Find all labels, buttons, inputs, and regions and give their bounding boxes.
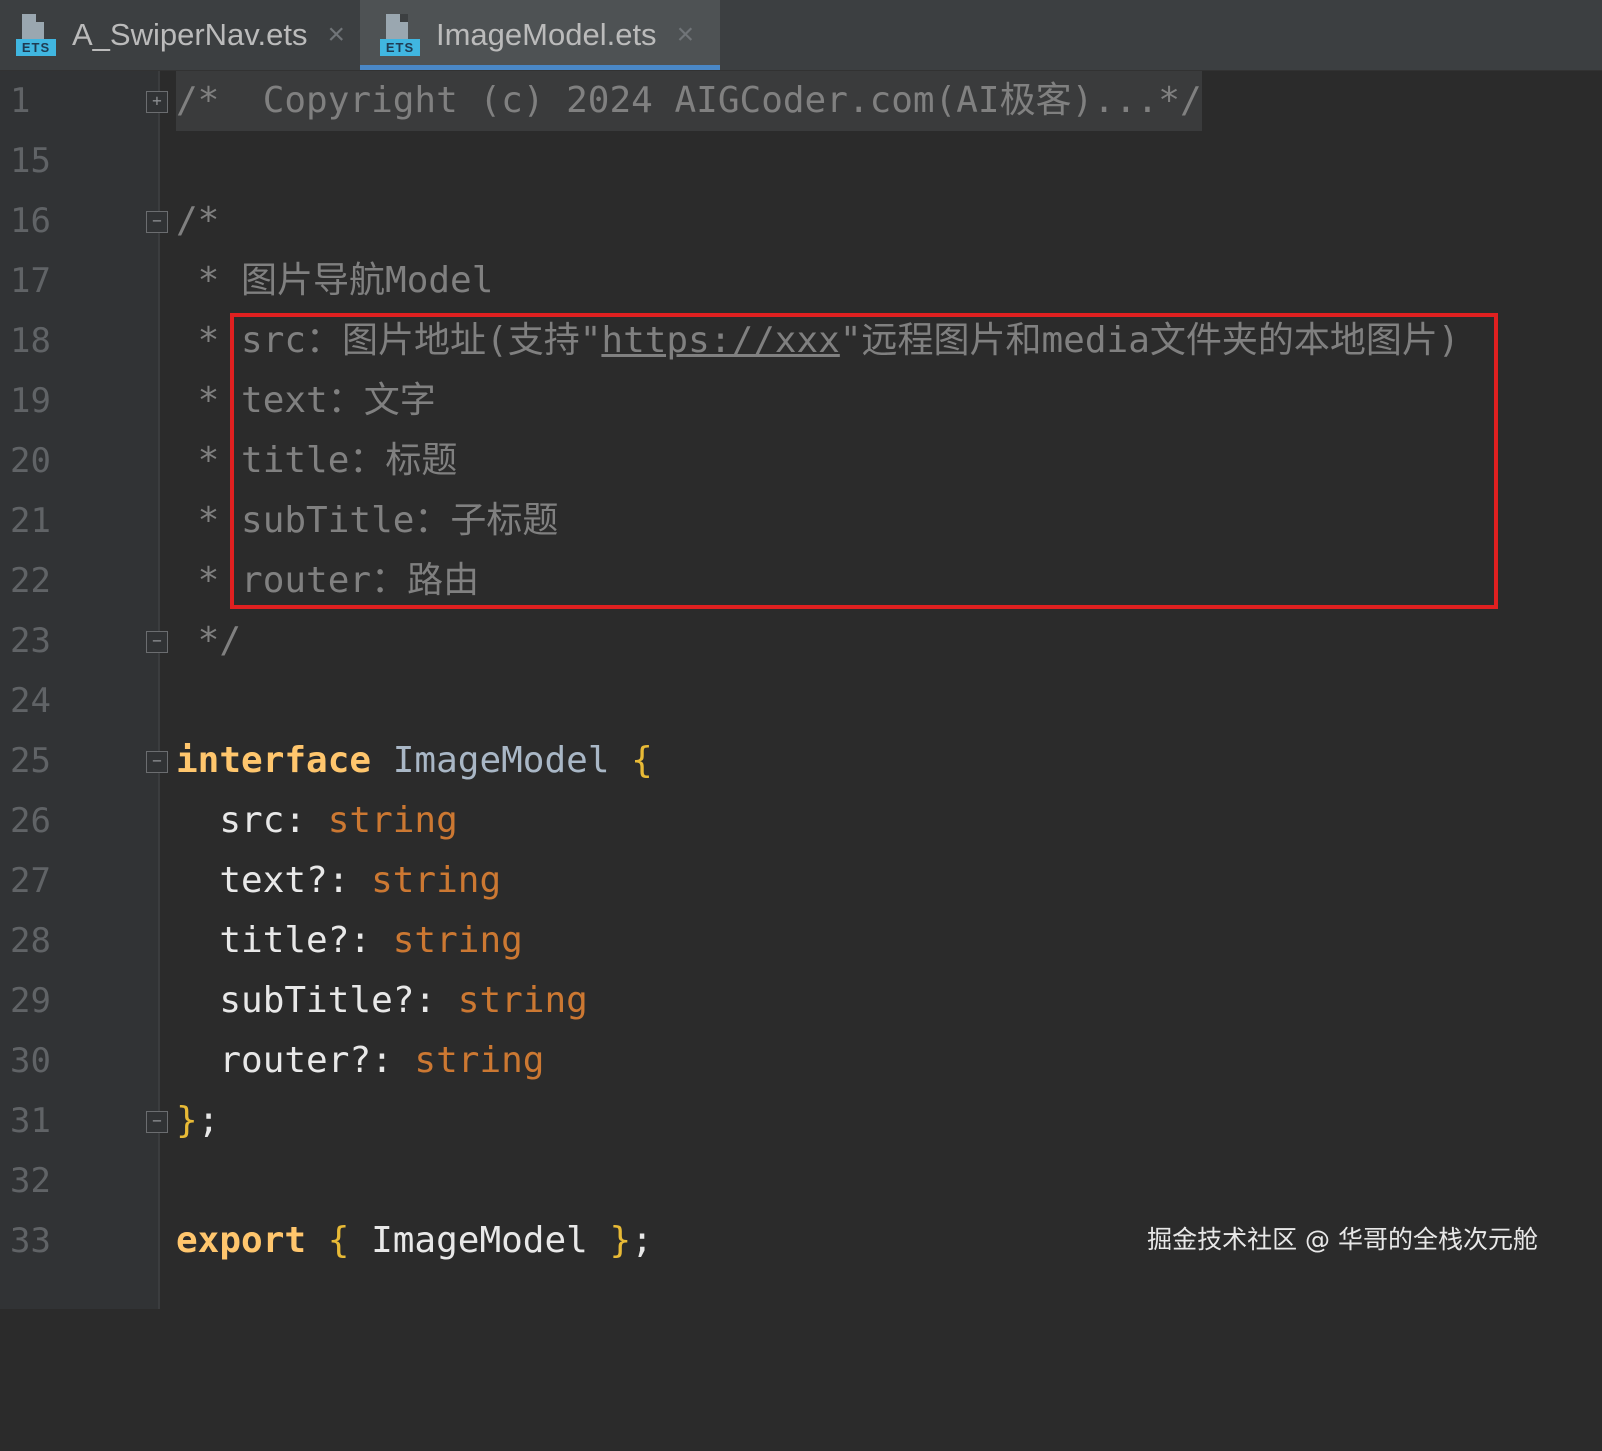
code-line: 18 * src：图片地址(支持"https://xxx"远程图片和media文…	[0, 311, 1602, 371]
comment-text: * title：标题	[176, 440, 458, 481]
comment-text: * text：文字	[176, 380, 436, 421]
code-line: 1 + /* Copyright (c) 2024 AIGCoder.com(A…	[0, 71, 1602, 131]
line-number: 18	[10, 321, 51, 361]
code-line: 31 − };	[0, 1091, 1602, 1151]
tab-label: ImageModel.ets	[436, 17, 657, 52]
line-number: 1	[10, 81, 31, 121]
brace: {	[631, 740, 653, 781]
code-line: 21 * subTitle：子标题	[0, 491, 1602, 551]
keyword: export	[176, 1220, 307, 1261]
url-link[interactable]: https://xxx	[601, 320, 839, 361]
comment-text: * subTitle：子标题	[176, 500, 559, 541]
comment-prefix: * src：图片地址(支持"	[176, 320, 602, 361]
code-line: 22 * router：路由	[0, 551, 1602, 611]
comment-text: * 图片导航Model	[176, 260, 494, 301]
code-line: 25 − interface ImageModel {	[0, 731, 1602, 791]
line-number: 24	[10, 681, 51, 721]
line-number: 16	[10, 201, 51, 241]
code-line: 20 * title：标题	[0, 431, 1602, 491]
line-number: 23	[10, 621, 51, 661]
code-line: 23 − */	[0, 611, 1602, 671]
brace: {	[306, 1220, 372, 1261]
tab-label: A_SwiperNav.ets	[72, 17, 308, 52]
comment-text: */	[176, 620, 242, 661]
code-line: 15	[0, 131, 1602, 191]
code-text: text?: string	[176, 851, 501, 911]
line-number: 26	[10, 801, 51, 841]
comment-suffix: "远程图片和media文件夹的本地图片)	[839, 320, 1460, 361]
close-icon[interactable]: ×	[677, 20, 695, 50]
line-number: 31	[10, 1101, 51, 1141]
code-line: 26 src: string	[0, 791, 1602, 851]
collapse-fold-icon[interactable]: −	[146, 751, 168, 773]
code-line: 29 subTitle?: string	[0, 971, 1602, 1031]
collapse-fold-icon[interactable]: −	[146, 1111, 168, 1133]
tab-a-swipernav[interactable]: ETS A_SwiperNav.ets ×	[0, 0, 358, 70]
line-number: 28	[10, 921, 51, 961]
semicolon: ;	[631, 1220, 653, 1261]
ets-file-icon: ETS	[16, 14, 56, 56]
code-text: export { ImageModel };	[176, 1211, 653, 1271]
brace: }	[587, 1220, 632, 1261]
line-number: 21	[10, 501, 51, 541]
code-text: title?: string	[176, 911, 523, 971]
line-number: 27	[10, 861, 51, 901]
code-line: 27 text?: string	[0, 851, 1602, 911]
property: router?:	[176, 1040, 415, 1081]
ets-file-icon: ETS	[380, 14, 420, 56]
line-number: 29	[10, 981, 51, 1021]
type-annotation: string	[371, 860, 502, 901]
tab-imagemodel[interactable]: ETS ImageModel.ets ×	[360, 0, 720, 70]
code-editor[interactable]: 1 + /* Copyright (c) 2024 AIGCoder.com(A…	[0, 71, 1602, 1309]
code-line: 16 − /*	[0, 191, 1602, 251]
type-annotation: string	[414, 1040, 545, 1081]
line-number: 22	[10, 561, 51, 601]
comment-text: /*	[176, 200, 220, 241]
interface-name: ImageModel	[371, 740, 632, 781]
code-line: 17 * 图片导航Model	[0, 251, 1602, 311]
export-name: ImageModel	[371, 1220, 588, 1261]
code-text: src: string	[176, 791, 458, 851]
watermark: 掘金技术社区 @ 华哥的全栈次元舱	[1147, 1225, 1538, 1254]
property: text?:	[176, 860, 372, 901]
collapse-fold-icon[interactable]: −	[146, 211, 168, 233]
line-number: 30	[10, 1041, 51, 1081]
close-icon[interactable]: ×	[327, 20, 345, 50]
type-annotation: string	[457, 980, 588, 1021]
code-line: 24	[0, 671, 1602, 731]
code-line: 19 * text：文字	[0, 371, 1602, 431]
type-annotation: string	[392, 920, 523, 961]
semicolon: ;	[197, 1100, 220, 1141]
type-annotation: string	[327, 800, 458, 841]
code-text: router?: string	[176, 1031, 544, 1091]
code-line: 32	[0, 1151, 1602, 1211]
property: subTitle?:	[176, 980, 458, 1021]
code-line: 30 router?: string	[0, 1031, 1602, 1091]
code-text: interface ImageModel {	[176, 731, 653, 791]
line-number: 25	[10, 741, 51, 781]
collapsed-comment[interactable]: /* Copyright (c) 2024 AIGCoder.com(AI极客)…	[176, 71, 1202, 131]
line-number: 33	[10, 1221, 51, 1261]
brace: }	[176, 1100, 198, 1141]
collapse-fold-icon[interactable]: −	[146, 631, 168, 653]
keyword: interface	[176, 740, 372, 781]
editor-tab-bar: ETS A_SwiperNav.ets × ETS ImageModel.ets…	[0, 0, 1602, 71]
line-number: 19	[10, 381, 51, 421]
line-number: 17	[10, 261, 51, 301]
code-line: 28 title?: string	[0, 911, 1602, 971]
property: title?:	[176, 920, 393, 961]
line-number: 15	[10, 141, 51, 181]
code-text: };	[176, 1091, 219, 1151]
comment-text: * src：图片地址(支持"https://xxx"远程图片和media文件夹的…	[176, 311, 1460, 371]
property: src:	[176, 800, 328, 841]
line-number: 32	[10, 1161, 51, 1201]
comment-text: * router：路由	[176, 560, 480, 601]
expand-fold-icon[interactable]: +	[146, 91, 168, 113]
line-number: 20	[10, 441, 51, 481]
code-text: subTitle?: string	[176, 971, 588, 1031]
